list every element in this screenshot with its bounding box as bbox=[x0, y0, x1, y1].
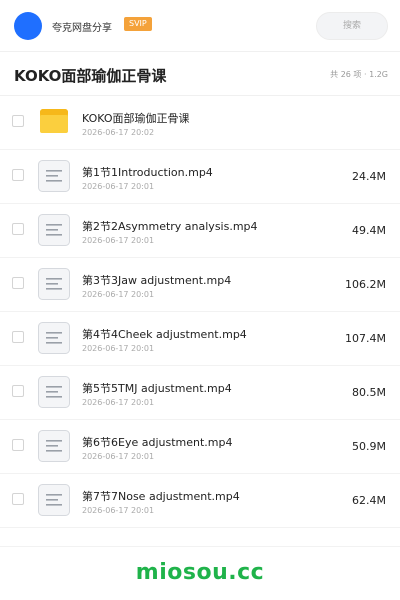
watermark: miosou.cc bbox=[135, 560, 265, 585]
file-name: 第3节3Jaw adjustment.mp4 bbox=[82, 274, 232, 287]
folder-icon bbox=[40, 109, 68, 133]
page-title: KOKO面部瑜伽正骨课 bbox=[14, 67, 167, 85]
list-item[interactable]: 第7节7Nose adjustment.mp4 2026-06-17 20:01… bbox=[0, 474, 400, 528]
search-input[interactable]: 搜索 bbox=[316, 12, 388, 40]
header: 夸克网盘分享 SVIP 搜索 bbox=[0, 0, 400, 52]
file-size: 50.9M bbox=[352, 440, 386, 453]
svip-badge: SVIP bbox=[124, 17, 152, 31]
file-name: 第7节7Nose adjustment.mp4 bbox=[82, 490, 240, 503]
file-date: 2026-06-17 20:01 bbox=[82, 182, 155, 191]
list-item[interactable]: 第5节5TMJ adjustment.mp4 2026-06-17 20:01 … bbox=[0, 366, 400, 420]
row-checkbox[interactable] bbox=[12, 493, 24, 505]
list-item[interactable]: 第4节4Cheek adjustment.mp4 2026-06-17 20:0… bbox=[0, 312, 400, 366]
file-date: 2026-06-17 20:01 bbox=[82, 506, 155, 515]
row-checkbox[interactable] bbox=[12, 223, 24, 235]
document-icon bbox=[38, 484, 70, 516]
file-size: 80.5M bbox=[352, 386, 386, 399]
file-name: 第5节5TMJ adjustment.mp4 bbox=[82, 382, 232, 395]
file-date: 2026-06-17 20:01 bbox=[82, 236, 155, 245]
document-icon bbox=[38, 268, 70, 300]
document-icon bbox=[38, 430, 70, 462]
file-name: 第6节6Eye adjustment.mp4 bbox=[82, 436, 233, 449]
file-name: 第1节1Introduction.mp4 bbox=[82, 166, 213, 179]
title-bar: KOKO面部瑜伽正骨课 共 26 项 · 1.2G bbox=[0, 52, 400, 96]
document-icon bbox=[38, 160, 70, 192]
document-icon bbox=[38, 214, 70, 246]
footer-divider bbox=[0, 546, 400, 547]
file-size: 62.4M bbox=[352, 494, 386, 507]
file-name: KOKO面部瑜伽正骨课 bbox=[82, 112, 190, 125]
file-size: 49.4M bbox=[352, 224, 386, 237]
item-summary: 共 26 项 · 1.2G bbox=[330, 70, 388, 79]
file-date: 2026-06-17 20:01 bbox=[82, 452, 155, 461]
file-name: 第4节4Cheek adjustment.mp4 bbox=[82, 328, 247, 341]
row-checkbox[interactable] bbox=[12, 385, 24, 397]
list-item[interactable]: 第2节2Asymmetry analysis.mp4 2026-06-17 20… bbox=[0, 204, 400, 258]
file-name: 第2节2Asymmetry analysis.mp4 bbox=[82, 220, 258, 233]
share-name: 夸克网盘分享 bbox=[52, 23, 112, 34]
file-list: KOKO面部瑜伽正骨课 2026-06-17 20:02 第1节1Introdu… bbox=[0, 96, 400, 528]
document-icon bbox=[38, 376, 70, 408]
list-item-folder[interactable]: KOKO面部瑜伽正骨课 2026-06-17 20:02 bbox=[0, 96, 400, 150]
file-date: 2026-06-17 20:02 bbox=[82, 128, 155, 137]
avatar[interactable] bbox=[14, 12, 42, 40]
file-date: 2026-06-17 20:01 bbox=[82, 344, 155, 353]
file-size: 24.4M bbox=[352, 170, 386, 183]
file-size: 107.4M bbox=[345, 332, 386, 345]
app-window: 夸克网盘分享 SVIP 搜索 KOKO面部瑜伽正骨课 共 26 项 · 1.2G… bbox=[0, 0, 400, 600]
file-date: 2026-06-17 20:01 bbox=[82, 398, 155, 407]
list-item[interactable]: 第1节1Introduction.mp4 2026-06-17 20:01 24… bbox=[0, 150, 400, 204]
file-date: 2026-06-17 20:01 bbox=[82, 290, 155, 299]
row-checkbox[interactable] bbox=[12, 277, 24, 289]
row-checkbox[interactable] bbox=[12, 439, 24, 451]
list-item[interactable]: 第3节3Jaw adjustment.mp4 2026-06-17 20:01 … bbox=[0, 258, 400, 312]
list-item[interactable]: 第6节6Eye adjustment.mp4 2026-06-17 20:01 … bbox=[0, 420, 400, 474]
row-checkbox[interactable] bbox=[12, 331, 24, 343]
row-checkbox[interactable] bbox=[12, 115, 24, 127]
row-checkbox[interactable] bbox=[12, 169, 24, 181]
file-size: 106.2M bbox=[345, 278, 386, 291]
document-icon bbox=[38, 322, 70, 354]
